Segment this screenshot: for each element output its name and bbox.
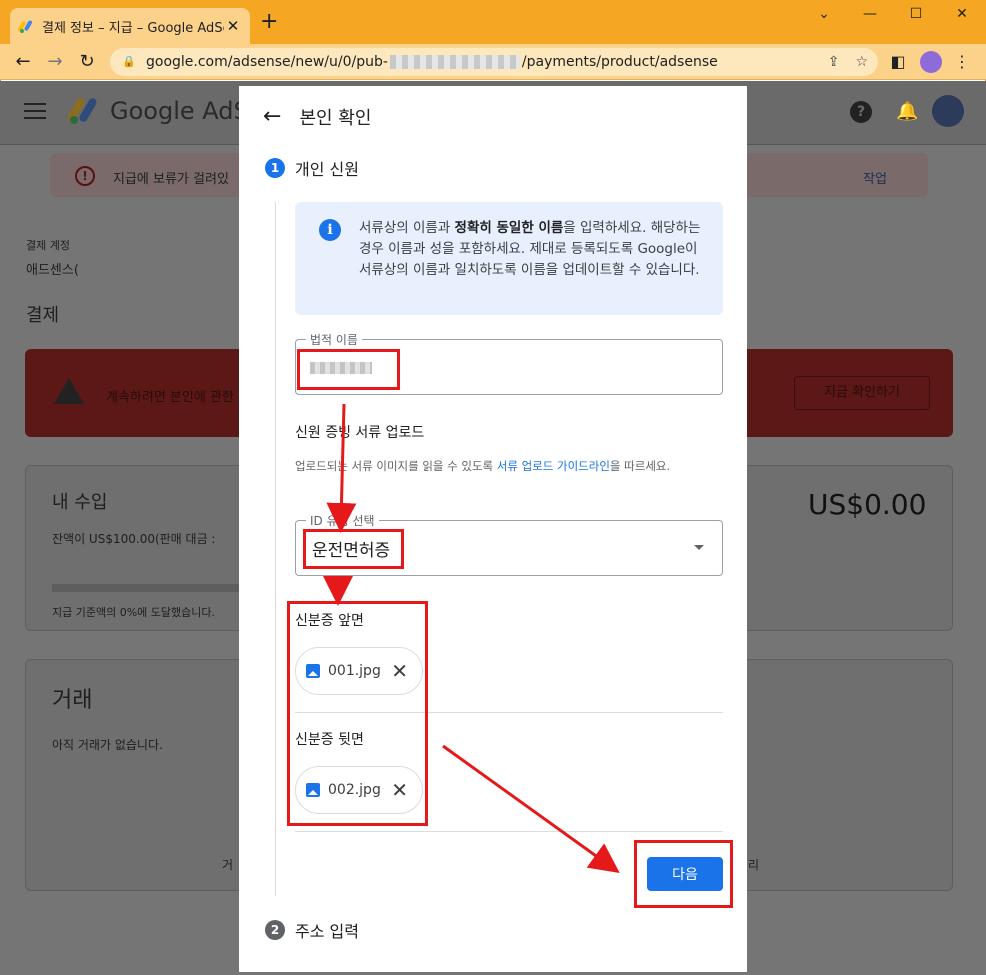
annotation-arrows [323, 403, 620, 874]
